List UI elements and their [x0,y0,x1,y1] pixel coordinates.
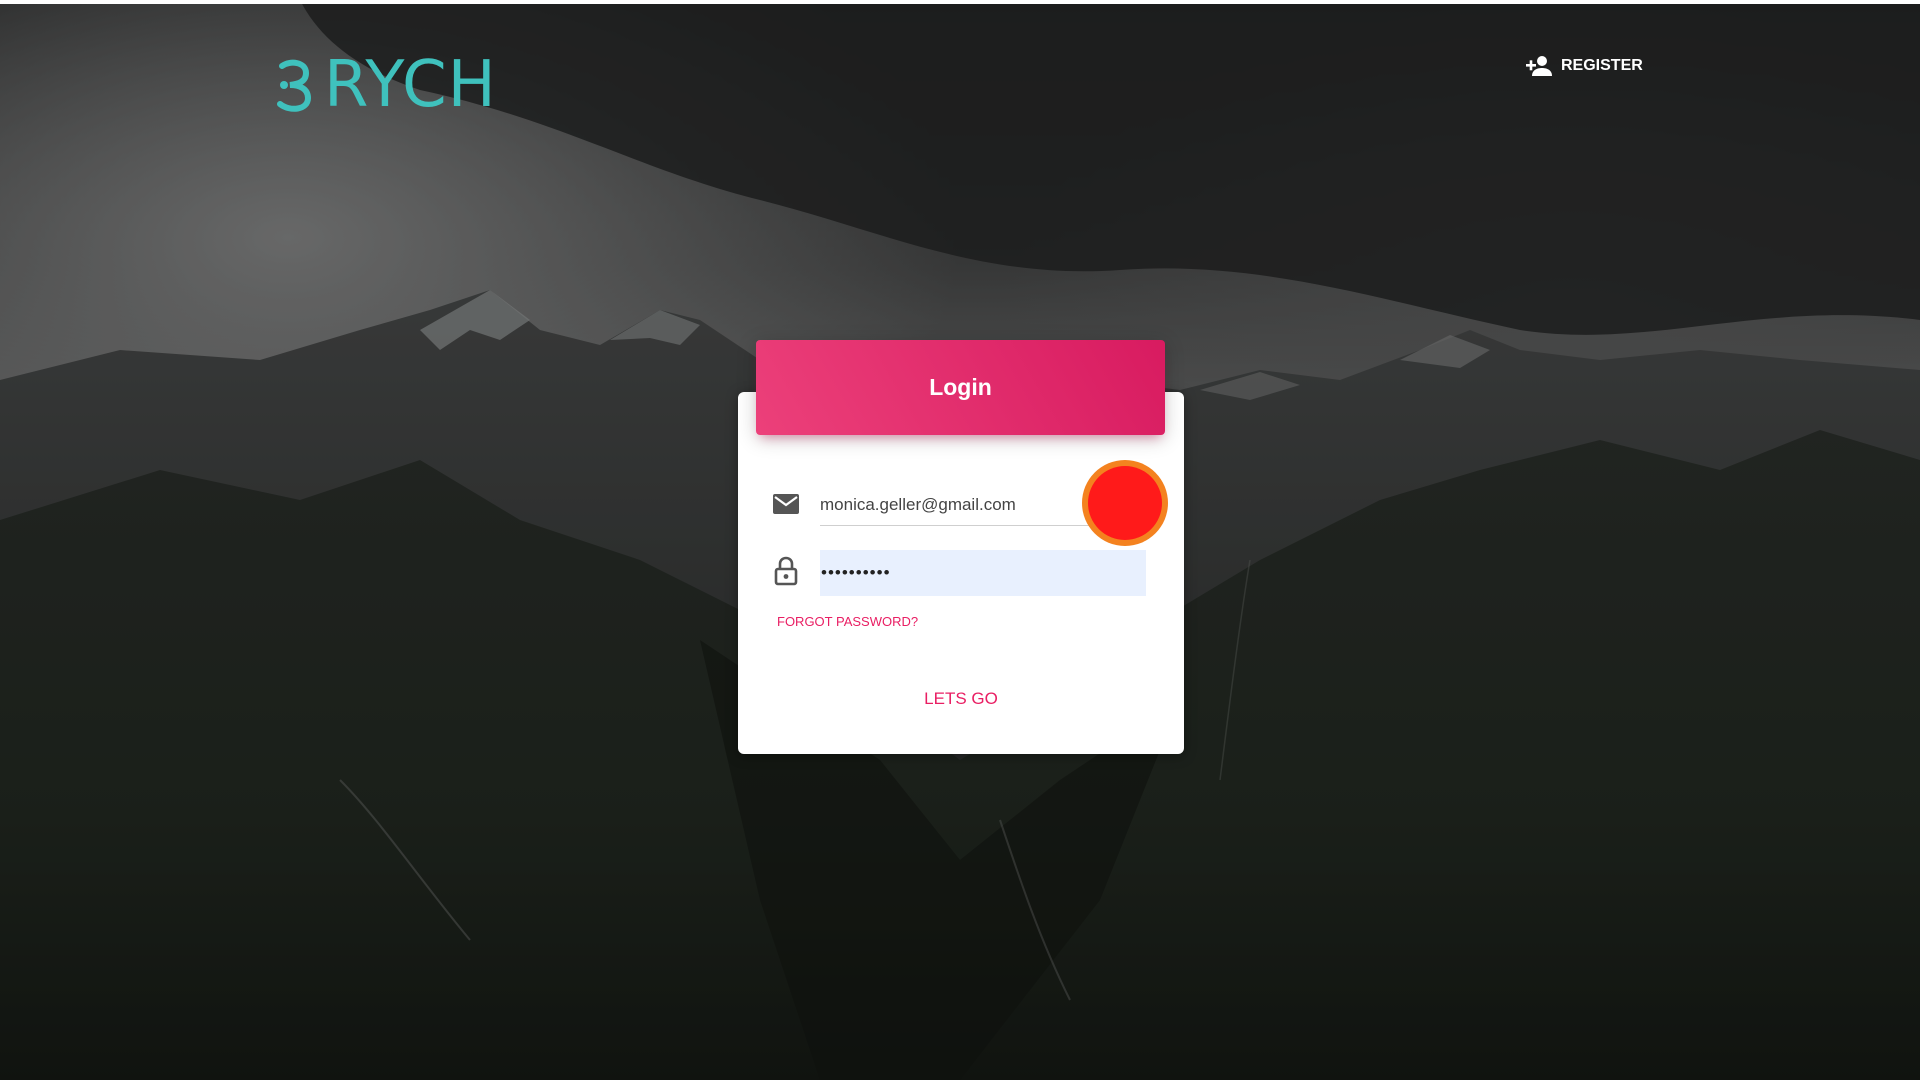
lets-go-button[interactable]: LETS GO [900,684,1022,714]
logo-text: RYCH [324,48,497,122]
envelope-icon [771,489,801,519]
person-add-icon [1526,56,1552,76]
register-label: REGISTER [1561,57,1643,74]
forgot-password-link[interactable]: FORGOT PASSWORD? [777,614,918,629]
login-card-header: Login [756,340,1165,435]
login-title: Login [929,374,992,400]
click-indicator-dot [1088,466,1162,540]
register-link[interactable]: REGISTER [1526,52,1643,80]
password-field[interactable] [820,550,1146,596]
password-input[interactable] [820,563,1146,583]
logo-mark-icon [277,59,312,112]
click-indicator [1082,460,1168,546]
top-border [0,0,1920,4]
lock-icon [771,556,801,586]
brand-logo[interactable]: RYCH [276,50,497,120]
login-page: RYCH REGISTER Login F [0,0,1920,1080]
